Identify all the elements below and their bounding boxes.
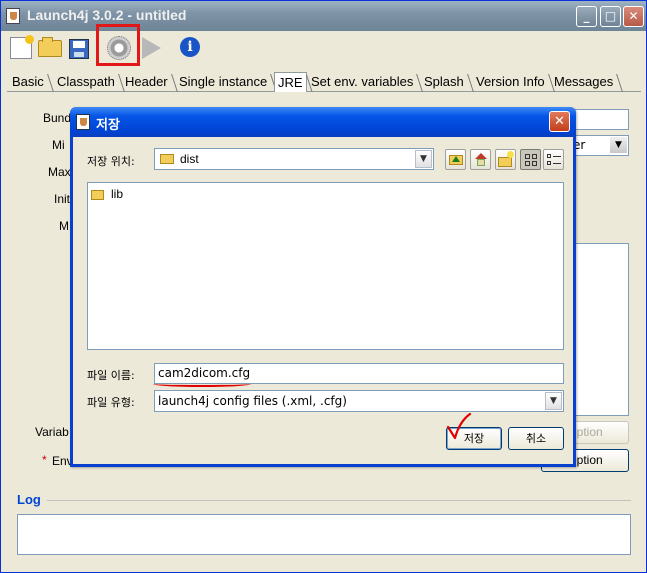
max-version-label: Max — [48, 165, 71, 179]
log-divider — [47, 500, 631, 501]
minimize-button[interactable]: _ — [576, 6, 597, 27]
tab-basic[interactable]: Basic — [9, 72, 47, 92]
up-arrow-icon — [452, 156, 460, 162]
folder-icon — [91, 190, 104, 200]
required-marker: * — [42, 453, 47, 467]
look-in-value: dist — [180, 152, 199, 166]
open-folder-icon[interactable] — [38, 37, 62, 57]
tab-header[interactable]: Header — [122, 72, 171, 92]
file-type-combo[interactable]: launch4j config files (.xml, .cfg) ▼ — [154, 390, 564, 412]
run-arrow-icon[interactable] — [142, 37, 161, 59]
red-checkmark-annotation — [446, 413, 472, 440]
look-in-combo[interactable]: dist ▼ — [154, 148, 434, 170]
info-icon[interactable]: i — [180, 37, 200, 57]
new-file-icon[interactable] — [10, 35, 34, 59]
log-heading: Log — [17, 492, 41, 507]
file-type-label: 파일 유형: — [87, 396, 135, 409]
initial-heap-label: Init — [54, 192, 71, 206]
list-view-button[interactable] — [520, 149, 541, 170]
new-folder-button[interactable] — [495, 149, 516, 170]
up-one-level-button[interactable] — [445, 149, 466, 170]
tab-messages[interactable]: Messages — [551, 72, 616, 92]
chevron-down-icon: ▼ — [545, 392, 562, 410]
bundled-jre-path-field[interactable] — [569, 109, 629, 130]
file-name-value: cam2dicom.cfg — [158, 366, 251, 380]
min-version-label: Mi — [52, 138, 65, 152]
log-section: Log — [17, 492, 631, 507]
tab-set-env-variables[interactable]: Set env. variables — [308, 72, 416, 92]
red-underline-annotation — [153, 381, 251, 387]
variables-label: Variab — [35, 425, 69, 439]
log-textarea[interactable] — [17, 514, 631, 555]
close-button[interactable]: ✕ — [623, 6, 644, 27]
dialog-close-button[interactable]: ✕ — [549, 111, 570, 132]
tab-strip: Basic Classpath Header Single instance J… — [7, 72, 641, 93]
save-dialog: 저장 ✕ 저장 위치: dist ▼ lib 파일 이름: cam2dicom.… — [70, 107, 576, 467]
new-folder-icon — [498, 157, 512, 167]
tab-splash[interactable]: Splash — [421, 72, 467, 92]
file-list[interactable]: lib — [87, 182, 564, 350]
jvm-options-textarea[interactable] — [569, 243, 629, 416]
dialog-title-bar: 저장 ✕ — [70, 107, 576, 137]
file-name-label: 파일 이름: — [87, 369, 135, 382]
file-item-name: lib — [111, 187, 124, 201]
toolbar: i — [1, 24, 646, 66]
tab-version-info[interactable]: Version Info — [473, 72, 548, 92]
list-view-icon — [525, 154, 530, 159]
tab-classpath[interactable]: Classpath — [54, 72, 118, 92]
cancel-button[interactable]: 취소 — [508, 427, 564, 450]
folder-icon — [160, 154, 174, 164]
window-title: Launch4j 3.0.2 - untitled — [27, 7, 187, 23]
details-view-icon — [547, 154, 551, 158]
bundled-jre-label: Bund — [43, 111, 72, 125]
home-button[interactable] — [470, 149, 491, 170]
maximize-button[interactable]: □ — [600, 6, 621, 27]
tab-jre[interactable]: JRE — [274, 72, 307, 93]
save-disk-icon[interactable] — [69, 39, 89, 59]
max-heap-label: M — [59, 219, 69, 233]
java-app-icon — [6, 8, 20, 24]
chevron-down-icon: ▼ — [415, 150, 432, 168]
gear-build-icon[interactable] — [107, 36, 131, 60]
look-in-label: 저장 위치: — [87, 155, 135, 168]
dialog-title: 저장 — [96, 118, 120, 133]
details-view-button[interactable] — [543, 149, 564, 170]
tab-single-instance[interactable]: Single instance — [176, 72, 270, 92]
java-app-icon — [76, 114, 90, 130]
file-type-value: launch4j config files (.xml, .cfg) — [158, 394, 347, 408]
jre-option-combo[interactable]: er ▼ — [569, 135, 629, 156]
chevron-down-icon: ▼ — [610, 137, 627, 153]
